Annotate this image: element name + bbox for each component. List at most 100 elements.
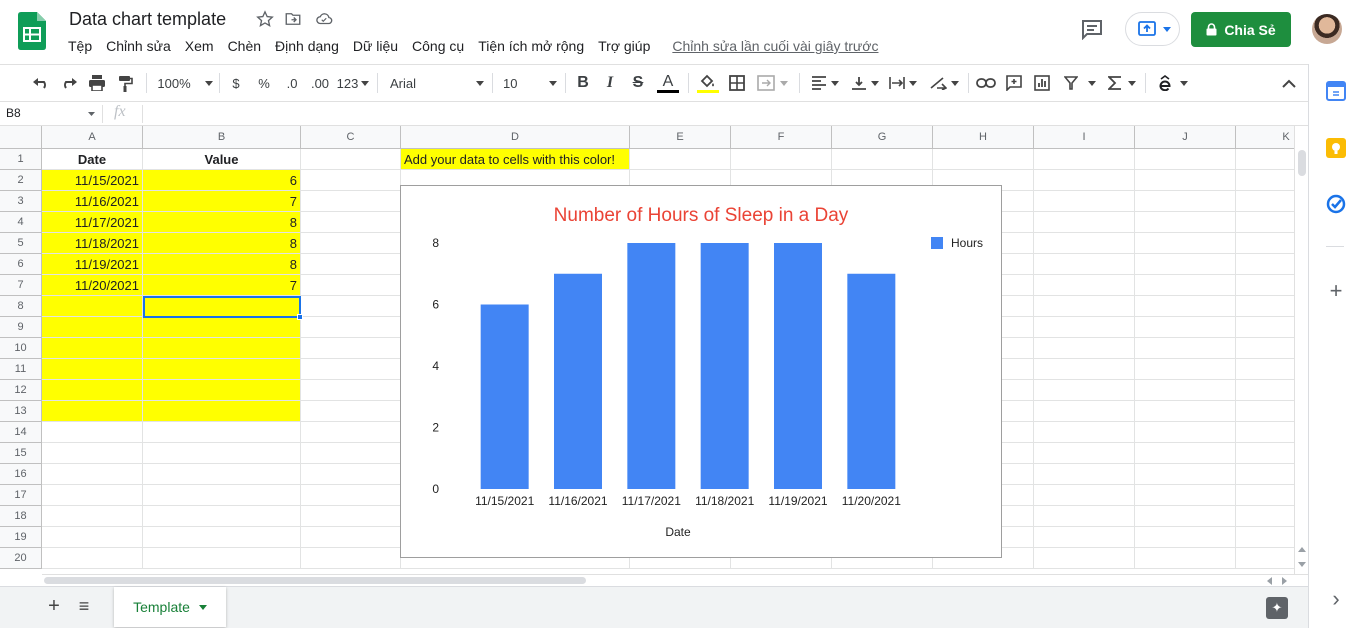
bar-11/15/2021[interactable]: [480, 304, 529, 490]
cell[interactable]: [301, 149, 401, 170]
cell[interactable]: [1135, 338, 1236, 359]
cell[interactable]: [42, 443, 143, 464]
fill-color-button[interactable]: [696, 71, 720, 95]
menu-file[interactable]: Tệp: [68, 37, 92, 55]
italic-button[interactable]: I: [600, 71, 620, 95]
text-wrapping-icon[interactable]: [886, 71, 920, 95]
column-header-a[interactable]: A: [42, 126, 143, 149]
cell[interactable]: [1135, 464, 1236, 485]
cell[interactable]: [1135, 548, 1236, 569]
explore-button[interactable]: ✦: [1266, 597, 1288, 619]
row-header-5[interactable]: 5: [0, 233, 42, 254]
chevron-down-icon[interactable]: [88, 112, 95, 116]
cell[interactable]: [42, 464, 143, 485]
input-tools-icon[interactable]: [1155, 71, 1191, 95]
bar-11/20/2021[interactable]: [847, 273, 896, 489]
cell[interactable]: [42, 359, 143, 380]
cell[interactable]: [1135, 233, 1236, 254]
cell[interactable]: [1034, 317, 1135, 338]
all-sheets-button[interactable]: ≡: [76, 596, 92, 616]
cell[interactable]: [301, 170, 401, 191]
cell[interactable]: [301, 506, 401, 527]
cell[interactable]: [1034, 149, 1135, 170]
filter-icon[interactable]: [1060, 71, 1100, 95]
cell[interactable]: [1135, 359, 1236, 380]
date-cell[interactable]: 11/15/2021: [42, 170, 143, 191]
cell[interactable]: [42, 422, 143, 443]
add-addon-button[interactable]: +: [1325, 278, 1347, 303]
cell[interactable]: [301, 464, 401, 485]
row-header-3[interactable]: 3: [0, 191, 42, 212]
value-cell[interactable]: 7: [143, 191, 301, 212]
row-header-11[interactable]: 11: [0, 359, 42, 380]
sheet-tab-template[interactable]: Template: [114, 587, 226, 627]
cell[interactable]: [301, 233, 401, 254]
insert-link-icon[interactable]: [975, 71, 997, 95]
cell[interactable]: [143, 359, 301, 380]
menu-edit[interactable]: Chỉnh sửa: [106, 37, 171, 55]
currency-format-button[interactable]: $: [227, 71, 245, 95]
cell[interactable]: [1034, 401, 1135, 422]
font-family-select[interactable]: Arial: [390, 71, 484, 95]
decrease-decimal-button[interactable]: .0: [280, 71, 304, 95]
cell[interactable]: [1034, 338, 1135, 359]
column-header-e[interactable]: E: [630, 126, 731, 149]
menu-data[interactable]: Dữ liệu: [353, 37, 398, 55]
cell[interactable]: [1034, 485, 1135, 506]
cell[interactable]: [1135, 401, 1236, 422]
date-cell[interactable]: 11/16/2021: [42, 191, 143, 212]
cell[interactable]: [301, 359, 401, 380]
sheets-logo-icon[interactable]: [18, 12, 46, 50]
column-header-d[interactable]: D: [401, 126, 630, 149]
cell[interactable]: [1034, 359, 1135, 380]
vertical-scrollbar[interactable]: [1294, 126, 1308, 574]
cell[interactable]: [1135, 485, 1236, 506]
sleep-chart[interactable]: Number of Hours of Sleep in a Day 02468 …: [400, 185, 1002, 558]
formula-input[interactable]: [148, 104, 1288, 124]
row-header-20[interactable]: 20: [0, 548, 42, 569]
cell[interactable]: [301, 548, 401, 569]
value-cell[interactable]: 8: [143, 212, 301, 233]
header-cell-value[interactable]: Value: [143, 149, 301, 170]
cell[interactable]: [1034, 254, 1135, 275]
move-folder-icon[interactable]: [284, 10, 304, 30]
vertical-align-icon[interactable]: [848, 71, 882, 95]
cell[interactable]: [42, 506, 143, 527]
menu-view[interactable]: Xem: [185, 37, 214, 55]
document-title[interactable]: Data chart template: [69, 9, 226, 30]
text-color-button[interactable]: A: [656, 71, 680, 95]
note-cell[interactable]: Add your data to cells with this color!: [401, 149, 630, 170]
cell[interactable]: [143, 422, 301, 443]
row-header-18[interactable]: 18: [0, 506, 42, 527]
expand-panel-button[interactable]: ›: [1327, 586, 1345, 611]
value-cell[interactable]: 7: [143, 275, 301, 296]
cell[interactable]: [1135, 422, 1236, 443]
row-header-13[interactable]: 13: [0, 401, 42, 422]
cell[interactable]: [832, 149, 933, 170]
cell[interactable]: [301, 380, 401, 401]
cell[interactable]: [301, 254, 401, 275]
row-header-4[interactable]: 4: [0, 212, 42, 233]
date-cell[interactable]: 11/20/2021: [42, 275, 143, 296]
column-header-g[interactable]: G: [832, 126, 933, 149]
cell[interactable]: [1135, 506, 1236, 527]
cell[interactable]: [301, 527, 401, 548]
cell[interactable]: [1135, 191, 1236, 212]
cell[interactable]: [1135, 275, 1236, 296]
cell[interactable]: [301, 401, 401, 422]
bold-button[interactable]: B: [573, 71, 593, 95]
cell[interactable]: [143, 527, 301, 548]
collapse-toolbar-icon[interactable]: [1278, 71, 1300, 95]
cell[interactable]: [42, 485, 143, 506]
value-cell[interactable]: 8: [143, 254, 301, 275]
row-header-16[interactable]: 16: [0, 464, 42, 485]
cell[interactable]: [42, 527, 143, 548]
percent-format-button[interactable]: %: [254, 71, 274, 95]
zoom-select[interactable]: 100%: [155, 71, 215, 95]
name-box[interactable]: B8: [6, 106, 21, 120]
keep-icon[interactable]: [1326, 138, 1346, 158]
paint-format-icon[interactable]: [114, 71, 136, 95]
row-header-6[interactable]: 6: [0, 254, 42, 275]
bar-11/17/2021[interactable]: [627, 243, 676, 489]
cell[interactable]: [1135, 296, 1236, 317]
